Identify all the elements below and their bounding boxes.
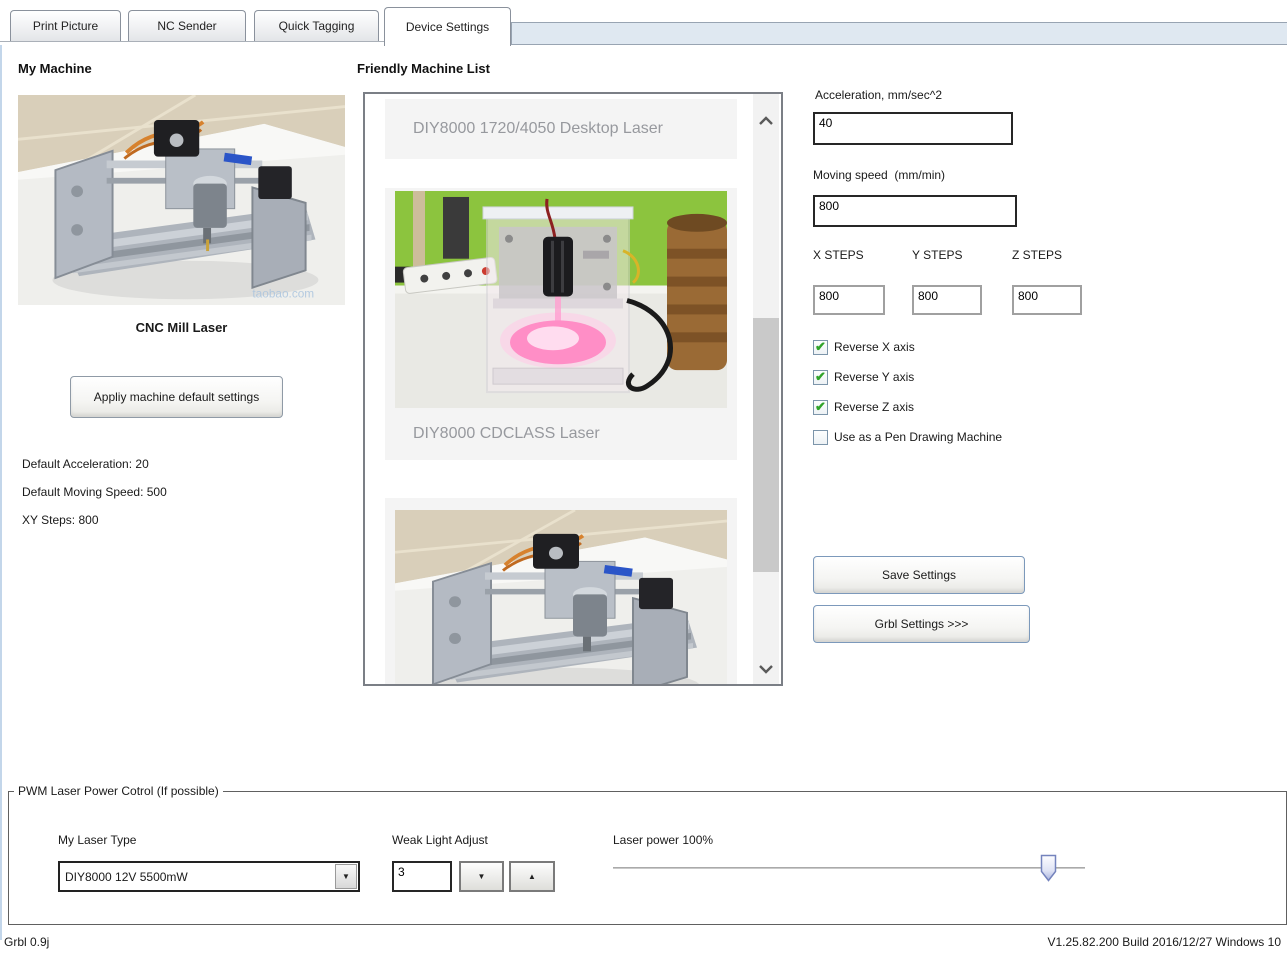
- xy-steps-text: XY Steps: 800: [22, 513, 99, 527]
- laser-type-label: My Laser Type: [58, 833, 137, 847]
- app-version-text: V1.25.82.200 Build 2016/12/27 Windows 10: [1047, 935, 1281, 949]
- acceleration-input[interactable]: 40: [813, 112, 1013, 145]
- machine-caption: CNC Mill Laser: [135, 320, 228, 335]
- laser-type-value: DIY8000 12V 5500mW: [65, 869, 188, 884]
- tab-strip-filler: [511, 22, 1287, 45]
- scrollbar-thumb[interactable]: [753, 318, 779, 572]
- arrow-up-icon: ▲: [528, 872, 536, 881]
- tab-print-picture[interactable]: Print Picture: [10, 10, 121, 41]
- laser-power-slider-thumb[interactable]: [1040, 854, 1057, 882]
- device-settings-window: Print Picture NC Sender Quick Tagging De…: [0, 0, 1287, 956]
- list-item-cdclass-laser[interactable]: DIY8000 CDCLASS Laser: [385, 188, 737, 460]
- y-steps-input[interactable]: 800: [912, 285, 982, 315]
- tab-device-settings[interactable]: Device Settings: [384, 7, 511, 46]
- my-machine-heading: My Machine: [18, 61, 92, 76]
- tab-page-border: [0, 45, 2, 940]
- cnc-mill-photo-illustration: taobao.com: [18, 95, 345, 305]
- tab-quick-tagging[interactable]: Quick Tagging: [254, 10, 379, 41]
- friendly-machine-list-heading: Friendly Machine List: [357, 61, 490, 76]
- weak-light-decrease-button[interactable]: ▼: [459, 861, 504, 892]
- machine-list: DIY8000 1720/4050 Desktop Laser DIY8000 …: [363, 92, 783, 686]
- photo-watermark: taobao.com: [252, 287, 314, 300]
- checkbox-label: Use as a Pen Drawing Machine: [834, 430, 1003, 444]
- list-item-label: DIY8000 1720/4050 Desktop Laser: [413, 120, 663, 137]
- cdclass-laser-photo: [395, 191, 727, 408]
- z-steps-label: Z STEPS: [1012, 248, 1063, 262]
- cnc-mill-photo-illustration: [395, 510, 727, 684]
- reverse-y-checkbox[interactable]: ✔ Reverse Y axis: [813, 368, 914, 386]
- checkbox-box: ✔: [813, 429, 828, 445]
- default-speed-text: Default Moving Speed: 500: [22, 485, 167, 499]
- checkbox-box: ✔: [813, 338, 828, 355]
- weak-light-input[interactable]: 3: [392, 861, 452, 892]
- checkbox-label: Reverse X axis: [834, 340, 915, 354]
- tab-strip-underline: [0, 41, 384, 42]
- checkbox-label: Reverse Z axis: [834, 400, 915, 414]
- pen-drawing-checkbox[interactable]: ✔ Use as a Pen Drawing Machine: [813, 428, 1002, 446]
- z-steps-input[interactable]: 800: [1012, 285, 1082, 315]
- weak-light-label: Weak Light Adjust: [392, 833, 488, 847]
- pwm-groupbox-title: PWM Laser Power Cotrol (If possible): [14, 784, 223, 798]
- reverse-x-checkbox[interactable]: ✔ Reverse X axis: [813, 338, 915, 356]
- scroll-up-icon[interactable]: [759, 112, 773, 125]
- weak-light-increase-button[interactable]: ▲: [509, 861, 555, 892]
- checkbox-box: ✔: [813, 398, 828, 415]
- machine-list-scrollbar[interactable]: [753, 94, 779, 684]
- moving-speed-input[interactable]: 800: [813, 195, 1017, 227]
- list-item-desktop-laser[interactable]: DIY8000 1720/4050 Desktop Laser: [385, 99, 737, 159]
- cnc-mill-list-photo: [395, 510, 727, 684]
- reverse-z-checkbox[interactable]: ✔ Reverse Z axis: [813, 398, 914, 416]
- cdclass-laser-photo-illustration: [395, 191, 727, 408]
- combo-dropdown-icon[interactable]: ▼: [335, 864, 357, 889]
- tab-nc-sender[interactable]: NC Sender: [128, 10, 246, 41]
- save-settings-button[interactable]: Save Settings: [813, 556, 1025, 594]
- acceleration-label: Acceleration, mm/sec^2: [815, 88, 943, 102]
- grbl-settings-button[interactable]: Grbl Settings >>>: [813, 605, 1030, 643]
- laser-type-combobox[interactable]: DIY8000 12V 5500mW ▼: [58, 861, 360, 892]
- list-item-cnc-mill[interactable]: [385, 498, 737, 684]
- laser-power-slider-track[interactable]: [613, 867, 1085, 869]
- arrow-down-icon: ▼: [477, 872, 486, 881]
- list-item-label: DIY8000 CDCLASS Laser: [413, 425, 600, 442]
- grbl-version-text: Grbl 0.9j: [4, 935, 50, 949]
- check-icon: ✔: [815, 398, 826, 414]
- checkbox-box: ✔: [813, 368, 828, 385]
- y-steps-label: Y STEPS: [912, 248, 963, 262]
- moving-speed-label: Moving speed (mm/min): [813, 168, 946, 182]
- pwm-groupbox: [8, 791, 1287, 925]
- scroll-down-icon[interactable]: [759, 661, 773, 674]
- checkbox-label: Reverse Y axis: [834, 370, 915, 384]
- my-machine-photo: taobao.com: [18, 95, 345, 305]
- check-icon: ✔: [815, 338, 826, 354]
- default-acceleration-text: Default Acceleration: 20: [22, 457, 149, 471]
- check-icon: ✔: [815, 368, 826, 384]
- x-steps-label: X STEPS: [813, 248, 864, 262]
- x-steps-input[interactable]: 800: [813, 285, 885, 315]
- laser-power-label: Laser power 100%: [613, 833, 714, 847]
- apply-defaults-button[interactable]: Appliy machine default settings: [70, 376, 283, 418]
